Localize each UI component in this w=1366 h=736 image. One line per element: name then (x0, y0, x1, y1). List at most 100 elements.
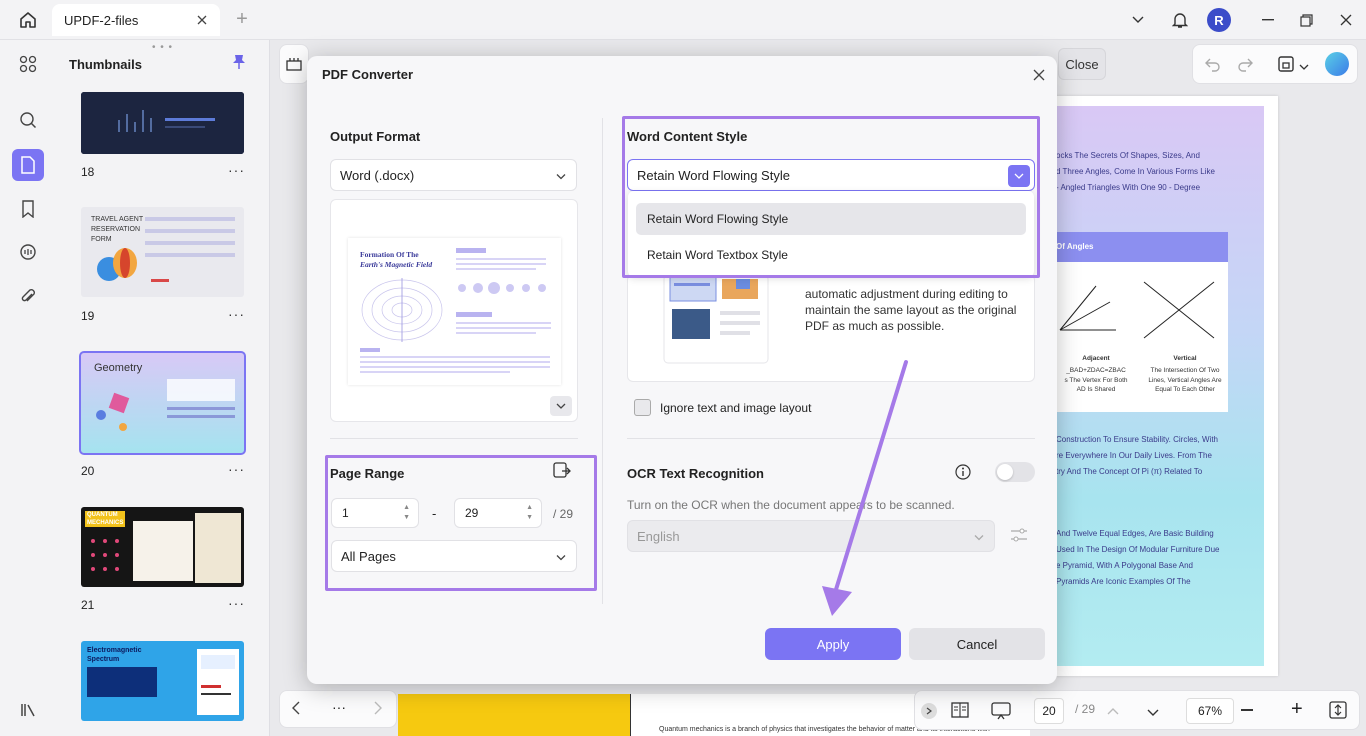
page-nav-left: ··· (279, 690, 397, 728)
bell-icon[interactable] (1168, 0, 1192, 40)
comment-icon[interactable] (12, 236, 44, 268)
settings-sliders-icon[interactable] (1010, 526, 1028, 547)
document-tab[interactable]: UPDF-2-files (52, 4, 220, 36)
apply-button[interactable]: Apply (765, 628, 901, 660)
thumbnail-number: 21 (81, 598, 95, 612)
format-preview: Formation Of The Earth's Magnetic Field (330, 199, 578, 422)
page-more-menu[interactable]: ··· (228, 595, 245, 611)
chevron-left-icon[interactable] (292, 701, 300, 718)
doc-text: re Everywhere In Our Daily Lives. From T… (1056, 451, 1212, 460)
undo-icon[interactable] (1203, 55, 1221, 76)
ignore-layout-checkbox[interactable] (634, 399, 651, 416)
attachment-icon[interactable] (12, 281, 44, 313)
title-bar: UPDF-2-files + R (0, 0, 1366, 40)
page-total: / 29 (1075, 702, 1096, 716)
chevron-down-icon[interactable] (1147, 705, 1159, 720)
page-more-menu[interactable]: ··· (228, 306, 245, 322)
redo-icon[interactable] (1237, 55, 1255, 76)
ignore-layout-label: Ignore text and image layout (660, 401, 812, 415)
doc-text: d Three Angles, Come In Various Forms Li… (1056, 167, 1215, 176)
thumbnail-page-18[interactable] (81, 92, 244, 154)
chevron-down-icon[interactable] (1299, 59, 1309, 74)
page-more-menu[interactable]: ··· (228, 461, 245, 477)
cancel-button[interactable]: Cancel (909, 628, 1045, 660)
zoom-out-icon[interactable] (1241, 709, 1253, 711)
diagram-text: s The Vertex For Both (1064, 377, 1128, 384)
expand-preview-button[interactable] (550, 396, 572, 416)
diagram-text: Equal To Each Other (1155, 386, 1215, 393)
close-window-icon[interactable] (1334, 0, 1358, 40)
avatar[interactable]: R (1207, 8, 1231, 32)
pdf-converter-dialog: PDF Converter Output Format Word (.docx)… (307, 56, 1057, 684)
fit-page-icon[interactable] (1329, 701, 1347, 722)
zoom-in-icon[interactable]: + (1291, 699, 1303, 719)
divider (330, 438, 578, 439)
thumbnails-panel: • • • Thumbnails 18 ··· TRAVEL AGENT RES… (56, 40, 270, 736)
diagram-label: Adjacent (1082, 355, 1110, 362)
angles-diagram: Adjacent _BAD+ZDAC=ZBAC s The Vertex For… (1056, 262, 1228, 412)
save-icon[interactable] (1277, 55, 1295, 76)
home-icon[interactable] (14, 8, 42, 32)
minimize-icon[interactable] (1256, 0, 1280, 40)
document-tab-label: UPDF-2-files (64, 12, 139, 28)
thumbnails-page-icon[interactable] (12, 149, 44, 181)
doc-text: Used In The Design Of Modular Furniture … (1056, 545, 1220, 554)
doc-text: try And The Concept Of Pi (π) Related To (1056, 467, 1203, 476)
layers-icon[interactable] (12, 694, 44, 726)
chevron-up-icon[interactable] (1107, 703, 1119, 718)
page-number-input[interactable]: 20 (1034, 698, 1064, 724)
thumbnail-number: 18 (81, 165, 95, 179)
info-icon[interactable] (955, 464, 971, 483)
close-tab-icon[interactable] (194, 12, 210, 28)
diagram-label: Vertical (1173, 355, 1197, 362)
thumbnails-title: Thumbnails (69, 57, 142, 72)
output-format-label: Output Format (330, 129, 421, 144)
output-format-value: Word (.docx) (340, 167, 415, 183)
thumbnail-page-20[interactable]: Geometry (79, 351, 246, 455)
style-preview-card: automatic adjustment during editing to m… (627, 274, 1035, 382)
doc-text: Pyramids Are Iconic Examples Of The (1056, 577, 1191, 586)
doc-section-heading: Of Angles (1056, 232, 1228, 262)
page-image (398, 694, 630, 736)
thumbnail-number: 19 (81, 309, 95, 323)
diagram-text: The Intersection Of Two (1150, 367, 1220, 374)
thumbnail-page-22[interactable]: Electromagnetic Spectrum (81, 641, 244, 721)
thumbnail-page-21[interactable]: QUANTUM MECHANICS (81, 507, 244, 587)
doc-text: - Angled Triangles With One 90 - Degree (1056, 183, 1201, 192)
word-style-highlight (622, 116, 1040, 278)
apps-grid-icon[interactable] (12, 48, 44, 80)
dialog-title: PDF Converter (322, 67, 414, 82)
restore-icon[interactable] (1294, 0, 1318, 40)
close-icon[interactable] (1029, 65, 1049, 85)
ocr-language-value: English (637, 528, 680, 544)
collapse-icon[interactable] (921, 703, 937, 719)
tools-icon[interactable] (279, 44, 309, 84)
page-content: ocks The Secrets Of Shapes, Sizes, And d… (1056, 106, 1264, 666)
close-edit-button[interactable]: Close (1058, 48, 1106, 80)
doc-text: Construction To Ensure Stability. Circle… (1056, 435, 1218, 444)
chevron-right-icon[interactable] (374, 701, 382, 718)
zoom-level[interactable]: 67% (1186, 698, 1234, 724)
chevron-down-icon[interactable] (1128, 0, 1148, 40)
drag-handle[interactable]: • • • (152, 42, 173, 53)
bookmark-icon[interactable] (12, 193, 44, 225)
pin-icon[interactable] (232, 54, 246, 73)
page-layout-icon[interactable] (951, 702, 969, 721)
add-tab-icon[interactable]: + (232, 9, 252, 30)
diagram-text: Lines, Vertical Angles Are (1148, 377, 1222, 384)
output-format-select[interactable]: Word (.docx) (330, 159, 577, 191)
ocr-hint: Turn on the OCR when the document appear… (627, 498, 955, 512)
chevron-down-icon (556, 168, 566, 183)
search-icon[interactable] (12, 104, 44, 136)
presentation-icon[interactable] (991, 702, 1011, 723)
thumbnail-page-19[interactable]: TRAVEL AGENT RESERVATION FORM (81, 207, 244, 297)
page-more-menu[interactable]: ··· (228, 162, 245, 178)
ai-assistant-icon[interactable] (1325, 52, 1349, 76)
style-description: automatic adjustment during editing to m… (805, 287, 1017, 333)
left-rail (0, 40, 56, 736)
ocr-toggle[interactable] (995, 462, 1035, 482)
ocr-label: OCR Text Recognition (627, 466, 764, 481)
ocr-language-select[interactable]: English (627, 520, 995, 552)
more-icon[interactable]: ··· (332, 699, 346, 715)
document-page: ocks The Secrets Of Shapes, Sizes, And d… (1040, 96, 1278, 676)
